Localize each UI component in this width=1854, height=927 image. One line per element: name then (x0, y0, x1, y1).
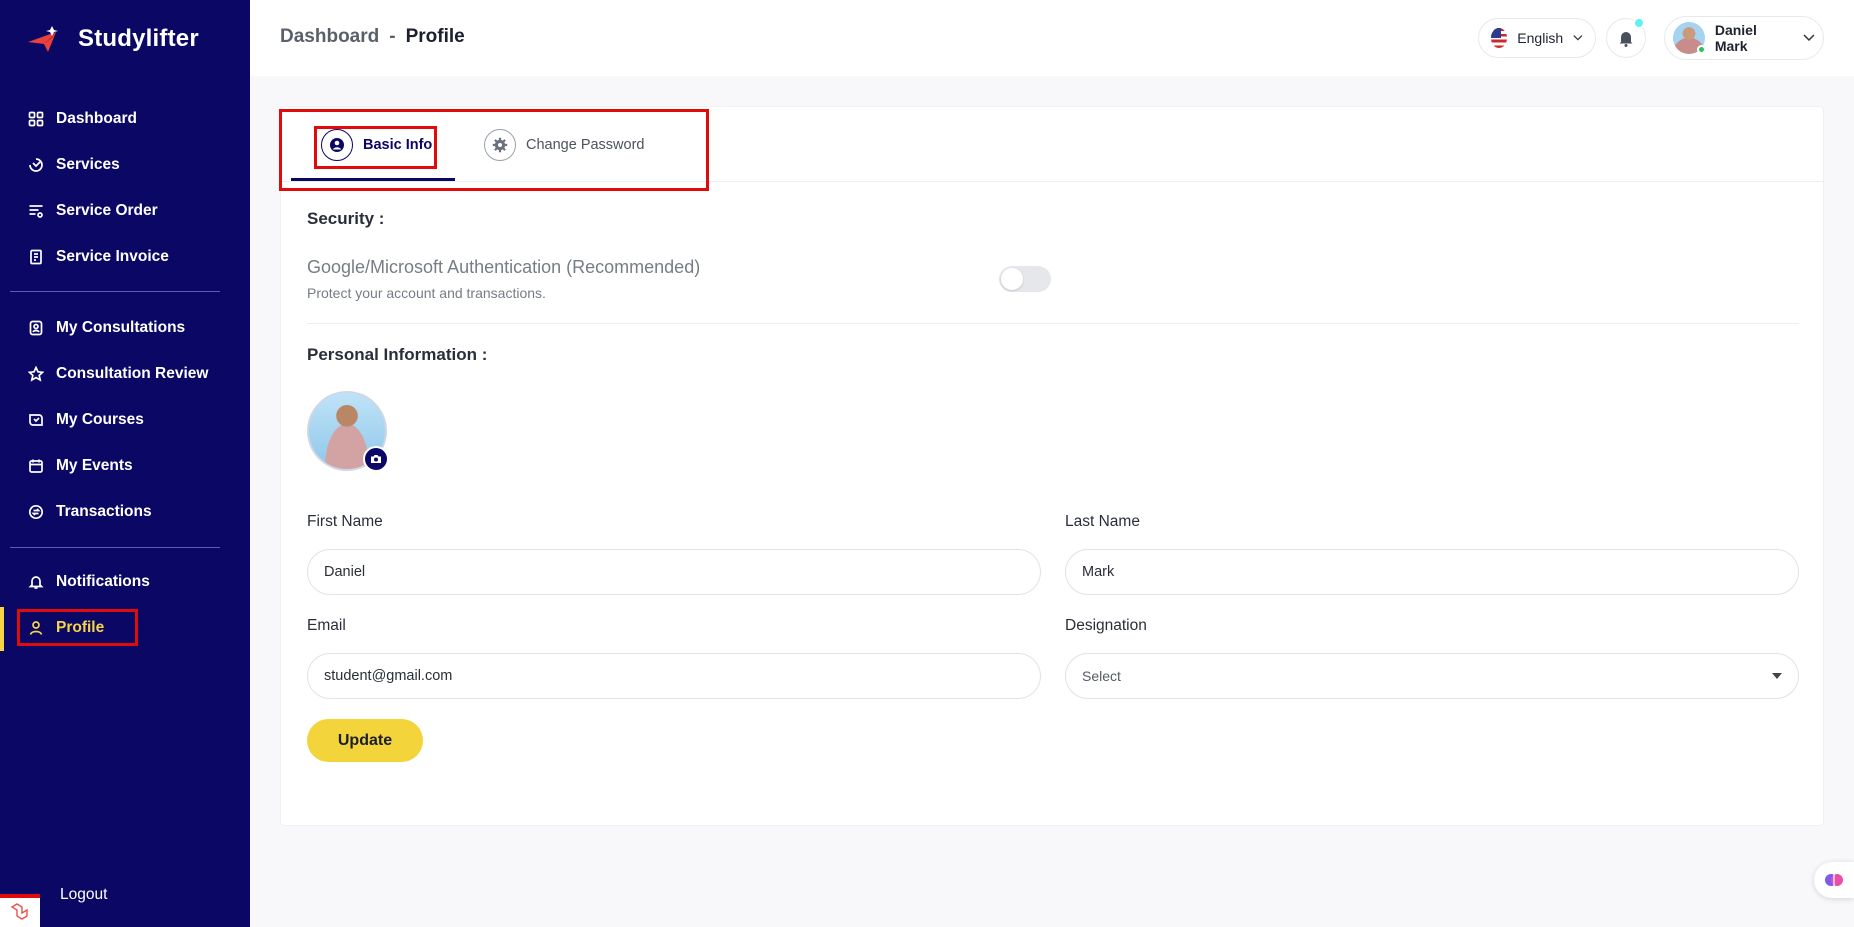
services-icon (29, 158, 43, 172)
user-menu[interactable]: Daniel Mark (1664, 16, 1824, 60)
notification-dot (1633, 17, 1645, 29)
breadcrumb-root[interactable]: Dashboard (280, 26, 379, 48)
notification-button[interactable] (1606, 17, 1646, 58)
two-factor-toggle[interactable] (999, 266, 1051, 292)
bell-icon (28, 576, 44, 589)
sidebar-item-services[interactable]: Services (28, 150, 120, 180)
consultation-icon (29, 320, 43, 336)
topbar: Dashboard - Profile English Daniel Mark (250, 0, 1854, 76)
caret-down-icon (1772, 673, 1782, 679)
camera-icon[interactable] (363, 446, 389, 472)
transactions-icon (28, 504, 44, 520)
sidebar-item-my-events[interactable]: My Events (28, 451, 133, 481)
sidebar-item-label: Service Invoice (56, 248, 169, 265)
sidebar-item-notifications[interactable]: Notifications (28, 567, 150, 597)
email-label: Email (307, 617, 346, 634)
logout-label: Logout (60, 886, 108, 903)
assistant-button[interactable] (1814, 862, 1854, 898)
sidebar-item-label: My Consultations (56, 319, 186, 336)
auth-subtitle: Protect your account and transactions. (307, 285, 546, 301)
brand-name: Studylifter (78, 25, 199, 52)
sidebar-item-service-order[interactable]: Service Order (28, 196, 158, 226)
brand-logo[interactable]: Studylifter (26, 22, 199, 56)
grid-icon (28, 111, 44, 127)
first-name-label: First Name (307, 513, 383, 530)
sidebar-item-label: My Courses (56, 411, 144, 428)
section-divider (307, 323, 1799, 324)
brain-icon (1825, 874, 1843, 886)
nav-divider (10, 291, 220, 292)
designation-value: Select (1082, 668, 1121, 684)
highlight-box-basic-info (314, 126, 437, 169)
logout-button[interactable]: Logout (60, 886, 107, 904)
user-name: Daniel Mark (1714, 22, 1757, 54)
email-input[interactable] (307, 653, 1041, 699)
security-title: Security : (307, 209, 385, 228)
sidebar-item-label: Transactions (56, 503, 152, 520)
sidebar-item-my-consultations[interactable]: My Consultations (28, 313, 185, 343)
laravel-icon (10, 902, 28, 920)
sidebar-item-service-invoice[interactable]: Service Invoice (28, 242, 169, 272)
list-filter-icon (29, 205, 43, 218)
sidebar-item-dashboard[interactable]: Dashboard (28, 104, 137, 134)
breadcrumb-current: Profile (405, 26, 465, 47)
bell-icon (1619, 32, 1633, 47)
sidebar-item-label: Dashboard (56, 110, 137, 127)
brand-icon (28, 26, 58, 52)
sidebar-item-transactions[interactable]: Transactions (28, 497, 152, 527)
language-selector[interactable]: English (1478, 18, 1596, 58)
avatar (1673, 22, 1706, 54)
auth-title: Google/Microsoft Authentication (Recomme… (307, 257, 701, 277)
highlight-box-profile (17, 609, 138, 646)
active-indicator (0, 607, 4, 651)
last-name-input[interactable] (1065, 549, 1799, 595)
invoice-icon (30, 249, 42, 265)
sidebar-item-label: Service Order (56, 202, 158, 219)
framework-badge[interactable] (0, 894, 40, 927)
first-name-input[interactable] (307, 549, 1041, 595)
designation-label: Designation (1065, 617, 1147, 634)
online-status (1696, 45, 1706, 54)
sidebar-item-label: Services (56, 156, 120, 173)
sidebar-item-consultation-review[interactable]: Consultation Review (28, 359, 208, 389)
calendar-icon (29, 459, 43, 473)
breadcrumb: Dashboard - Profile (280, 26, 465, 48)
sidebar-item-label: Notifications (56, 573, 150, 590)
personal-info-title: Personal Information : (307, 345, 488, 364)
update-button[interactable]: Update (307, 719, 423, 762)
breadcrumb-separator: - (389, 26, 396, 47)
chevron-down-icon (1573, 35, 1583, 41)
courses-icon (29, 414, 43, 426)
sidebar-item-label: My Events (56, 457, 133, 474)
last-name-label: Last Name (1065, 513, 1140, 530)
star-icon (28, 366, 44, 382)
profile-card: Basic Info Change Password Security : Go… (280, 106, 1825, 826)
us-flag-icon (1491, 28, 1508, 48)
designation-select[interactable]: Select (1065, 653, 1799, 699)
language-label: English (1517, 30, 1564, 46)
sidebar-item-label: Consultation Review (56, 365, 209, 382)
sidebar-item-my-courses[interactable]: My Courses (28, 405, 144, 435)
chevron-down-icon (1803, 34, 1815, 42)
sidebar: Studylifter Dashboard Services Service O… (0, 0, 250, 927)
nav-divider (10, 547, 220, 548)
